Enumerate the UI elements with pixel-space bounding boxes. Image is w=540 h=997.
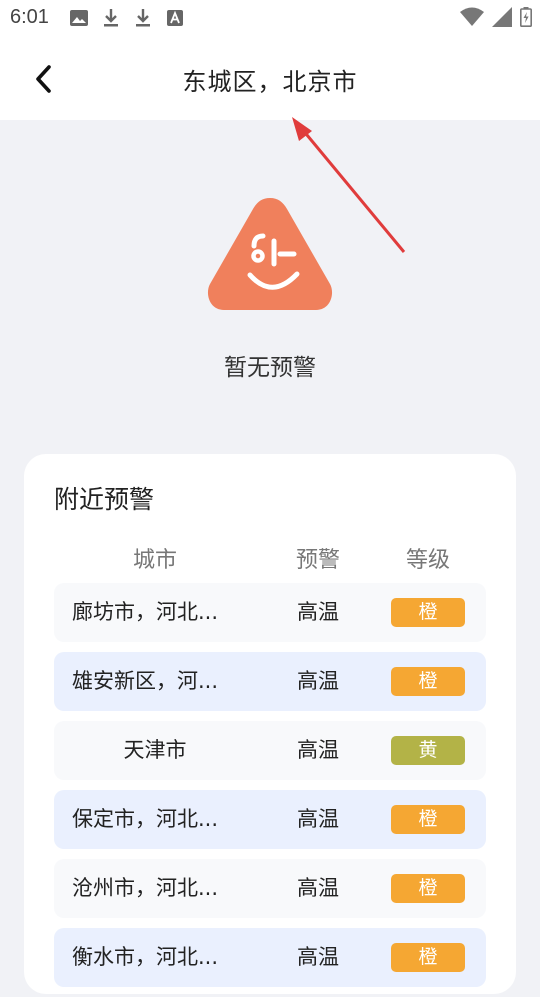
row-warning: 高温 [297, 945, 339, 969]
row-city: 雄安新区，河... [72, 669, 219, 693]
font-icon [164, 8, 186, 28]
row-warning: 高温 [297, 738, 339, 762]
system-icons [460, 7, 532, 31]
column-header-city: 城市 [132, 548, 177, 573]
nearby-warnings-card: 附近预警 城市 预警 等级 廊坊市，河北... 高温 橙 雄安新区，河... 高… [24, 454, 516, 994]
table-row[interactable]: 廊坊市，河北... 高温 橙 [54, 583, 486, 642]
row-city: 沧州市，河北... [72, 876, 219, 900]
row-warning: 高温 [297, 876, 339, 900]
row-warning: 高温 [297, 807, 339, 831]
row-city: 廊坊市，河北... [72, 600, 219, 624]
column-header-level: 等级 [405, 548, 450, 573]
download-icon [100, 8, 122, 28]
level-badge: 橙 [391, 874, 465, 903]
level-badge: 橙 [391, 667, 465, 696]
level-badge: 橙 [391, 598, 465, 627]
download-icon [132, 8, 154, 28]
header: 东城区，北京市 [0, 36, 540, 120]
table-row[interactable]: 天津市 高温 黄 [54, 721, 486, 780]
smile-triangle-icon [202, 192, 338, 316]
table-header: 城市 预警 等级 [54, 542, 486, 573]
column-header-warning: 预警 [295, 548, 340, 573]
card-title: 附近预警 [54, 485, 155, 514]
battery-icon [520, 7, 532, 31]
warning-list: 廊坊市，河北... 高温 橙 雄安新区，河... 高温 橙 天津市 高温 黄 保… [54, 583, 486, 997]
status-bar: 6:01 [0, 0, 540, 36]
signal-icon [492, 7, 512, 31]
status-time: 6:01 [10, 6, 49, 28]
level-badge: 橙 [391, 943, 465, 972]
empty-state-text: 暂无预警 [224, 355, 316, 381]
level-badge: 橙 [391, 805, 465, 834]
level-badge: 黄 [391, 736, 465, 765]
page-title: 东城区，北京市 [182, 68, 358, 96]
image-icon [68, 8, 90, 28]
row-warning: 高温 [297, 669, 339, 693]
table-row[interactable]: 保定市，河北... 高温 橙 [54, 790, 486, 849]
row-city: 保定市，河北... [72, 807, 219, 831]
row-warning: 高温 [297, 600, 339, 624]
table-row[interactable]: 沧州市，河北... 高温 橙 [54, 859, 486, 918]
row-city: 衡水市，河北... [72, 945, 219, 969]
row-city: 天津市 [123, 738, 187, 762]
table-row[interactable]: 雄安新区，河... 高温 橙 [54, 652, 486, 711]
wifi-icon [460, 7, 484, 31]
notification-icons [68, 8, 186, 28]
table-row[interactable]: 衡水市，河北... 高温 橙 [54, 928, 486, 987]
